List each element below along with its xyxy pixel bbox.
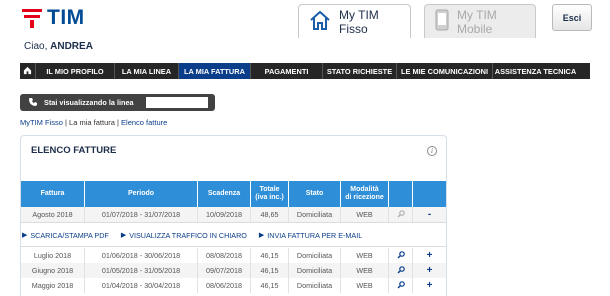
greeting-prefix: Ciao, [24,41,48,52]
info-icon[interactable]: i [427,146,437,156]
cell-totale: 48,65 [251,207,289,222]
cell-scadenza: 10/09/2018 [198,207,251,222]
expand-row-button[interactable]: + [413,278,446,293]
search-icon [397,265,405,276]
breadcrumb-current[interactable]: Elenco fatture [121,118,167,127]
cell-modalita: WEB [341,278,389,293]
search-icon [397,209,405,220]
invoice-panel: ELENCO FATTURE i Fattura Periodo Scadenz… [20,135,447,296]
cell-fattura: Luglio 2018 [21,248,85,263]
tim-logo[interactable]: TIM [22,6,85,29]
view-invoice-button[interactable] [389,263,413,278]
col-totale: Totale (iva inc.) [251,181,289,207]
cell-modalita: WEB [341,263,389,278]
search-icon [397,250,405,261]
nav-home[interactable] [20,63,36,79]
arrow-right-icon: ▶ [258,232,265,239]
cell-totale: 46,15 [251,263,289,278]
view-traffic-link[interactable]: ▶ VISUALIZZA TRAFFICO IN CHIARO [121,231,247,240]
col-modalita: Modalità di ricezione [341,181,389,207]
tim-logo-mark [22,8,42,28]
col-stato: Stato [289,181,341,207]
view-invoice-button[interactable] [389,248,413,263]
cell-periodo: 01/06/2018 - 30/06/2018 [85,248,198,263]
view-invoice-button[interactable] [389,278,413,293]
phone-icon [28,94,38,112]
download-pdf-link[interactable]: ▶ SCARICA/STAMPA PDF [22,231,109,240]
nav-item-stato-richieste[interactable]: STATO RICHIESTE [323,63,397,79]
send-email-link[interactable]: ▶ INVIA FATTURA PER E-MAIL [259,231,362,240]
home-icon [309,9,331,34]
cell-stato: Domiciliata [289,207,341,222]
cell-periodo: 01/04/2018 - 30/04/2018 [85,278,198,293]
tab-my-tim-fisso[interactable]: My TIM Fisso [298,4,411,38]
expand-row-button[interactable]: + [413,263,446,278]
table-row: Giugno 2018 01/05/2018 - 31/05/2018 09/0… [21,263,446,278]
mobile-phone-icon [435,9,449,34]
divider [21,222,446,223]
arrow-right-icon: ▶ [120,232,127,239]
cell-stato: Domiciliata [289,278,341,293]
nav-item-la-mia-fattura[interactable]: LA MIA FATTURA [179,63,251,79]
table-row: Agosto 2018 01/07/2018 - 31/07/2018 10/0… [21,207,446,222]
nav-item-il-mio-profilo[interactable]: IL MIO PROFILO [36,63,115,79]
cell-modalita: WEB [341,207,389,222]
expand-row-button[interactable]: + [413,248,446,263]
view-invoice-button[interactable] [389,207,413,222]
cell-scadenza: 08/06/2018 [198,278,251,293]
cell-scadenza: 08/08/2018 [198,248,251,263]
cell-fattura: Maggio 2018 [21,278,85,293]
line-selector[interactable]: Stai visualizzando la linea [20,94,215,111]
cell-totale: 46,15 [251,248,289,263]
cell-stato: Domiciliata [289,248,341,263]
line-selector-label: Stai visualizzando la linea [44,98,134,107]
search-icon [397,280,405,291]
logout-button[interactable]: Esci [552,4,592,31]
col-periodo: Periodo [85,181,198,207]
breadcrumb-section: La mia fattura [69,118,115,127]
breadcrumb-home[interactable]: MyTIM Fisso [20,118,63,127]
tim-logo-text: TIM [47,6,85,29]
cell-totale: 46,15 [251,278,289,293]
tab-my-tim-fisso-label: My TIM Fisso [339,7,379,36]
col-fattura: Fattura [21,181,85,207]
divider [21,246,446,247]
cell-modalita: WEB [341,248,389,263]
col-toggle [413,181,446,207]
cell-scadenza: 09/07/2018 [198,263,251,278]
main-nav: IL MIO PROFILO LA MIA LINEA LA MIA FATTU… [20,63,590,79]
nav-item-pagamenti[interactable]: PAGAMENTI [251,63,323,79]
cell-fattura: Agosto 2018 [21,207,85,222]
panel-title: ELENCO FATTURE [31,145,117,156]
cell-periodo: 01/07/2018 - 31/07/2018 [85,207,198,222]
cell-stato: Domiciliata [289,263,341,278]
nav-item-le-mie-comunicazioni[interactable]: LE MIE COMUNICAZIONI [397,63,493,79]
tab-my-tim-mobile-label: My TIM Mobile [457,7,497,36]
greeting: Ciao, ANDREA [24,41,93,52]
cell-fattura: Giugno 2018 [21,263,85,278]
breadcrumb: MyTIM Fisso | La mia fattura | Elenco fa… [20,118,168,127]
table-row: Luglio 2018 01/06/2018 - 30/06/2018 08/0… [21,248,446,263]
nav-item-la-mia-linea[interactable]: LA MIA LINEA [115,63,179,79]
line-number-value [145,97,208,108]
col-scadenza: Scadenza [198,181,251,207]
invoice-actions: ▶ SCARICA/STAMPA PDF ▶ VISUALIZZA TRAFFI… [21,228,446,242]
collapse-row-button[interactable]: - [413,207,446,222]
table-header: Fattura Periodo Scadenza Totale (iva inc… [21,181,446,207]
nav-item-assistenza-tecnica[interactable]: ASSISTENZA TECNICA [493,63,578,79]
user-name: ANDREA [50,41,93,52]
table-row: Maggio 2018 01/04/2018 - 30/04/2018 08/0… [21,278,446,293]
cell-periodo: 01/05/2018 - 31/05/2018 [85,263,198,278]
home-icon [23,66,32,77]
arrow-right-icon: ▶ [22,232,28,239]
col-view [389,181,413,207]
tab-my-tim-mobile[interactable]: My TIM Mobile [424,4,536,38]
